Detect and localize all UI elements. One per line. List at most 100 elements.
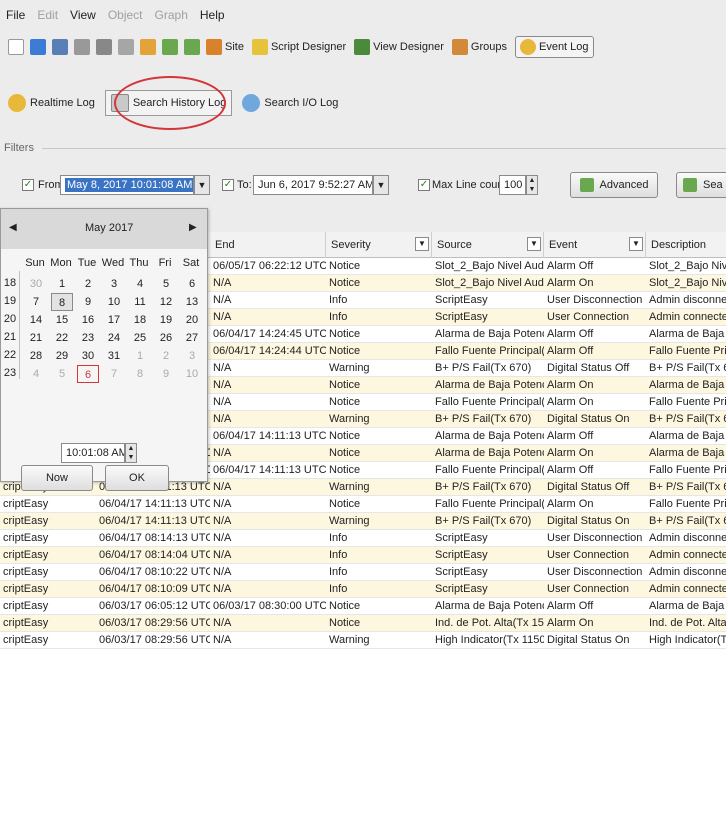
from-date-field[interactable]: May 8, 2017 10:01:08 AM	[60, 175, 194, 195]
calendar-day[interactable]: 28	[25, 347, 47, 365]
menu-view[interactable]: View	[70, 8, 96, 22]
copy-icon[interactable]	[96, 39, 112, 55]
tool-icon[interactable]	[140, 39, 156, 55]
menu-file[interactable]: File	[6, 8, 25, 22]
calendar-day[interactable]: 7	[25, 293, 47, 311]
open-icon[interactable]	[30, 39, 46, 55]
new-icon[interactable]	[8, 39, 24, 55]
column-header-end[interactable]: End	[210, 232, 326, 258]
paste-icon[interactable]	[118, 39, 134, 55]
column-header-event[interactable]: Event ▼	[544, 232, 646, 258]
calendar-day[interactable]: 4	[25, 365, 47, 383]
calendar-day[interactable]: 6	[181, 275, 203, 293]
calendar-day[interactable]: 17	[103, 311, 125, 329]
search-button[interactable]: Sea	[676, 172, 726, 198]
max-line-checkbox[interactable]: ✓	[418, 179, 430, 191]
calendar-day[interactable]: 1	[129, 347, 151, 365]
event-log-button[interactable]: Event Log	[514, 36, 594, 58]
now-button[interactable]: Now	[21, 465, 93, 491]
calendar-day[interactable]: 10	[103, 293, 125, 311]
time-spinner[interactable]: ▲ ▼	[125, 443, 137, 463]
table-row[interactable]: criptEasy 06/03/17 08:29:56 UTC N/A Warning…	[0, 632, 726, 649]
ok-button[interactable]: OK	[105, 465, 169, 491]
user-remove-icon[interactable]	[184, 39, 200, 55]
calendar-day[interactable]: 13	[181, 293, 203, 311]
calendar-day[interactable]: 19	[155, 311, 177, 329]
calendar-day[interactable]: 4	[129, 275, 151, 293]
calendar-day[interactable]: 5	[155, 275, 177, 293]
max-line-input[interactable]: 100	[499, 175, 526, 195]
menu-graph[interactable]: Graph	[155, 8, 188, 22]
search-io-log-button[interactable]: Search I/O Log	[242, 94, 338, 112]
table-row[interactable]: criptEasy 06/03/17 08:29:56 UTC N/A Notice I…	[0, 615, 726, 632]
column-header-severity[interactable]: Severity ▼	[326, 232, 432, 258]
column-header-source[interactable]: Source ▼	[432, 232, 544, 258]
from-checkbox[interactable]: ✓	[22, 179, 34, 191]
calendar-day[interactable]: 21	[25, 329, 47, 347]
site-button[interactable]: Site	[206, 39, 244, 55]
calendar-day[interactable]: 18	[129, 311, 151, 329]
from-dropdown-button[interactable]: ▼	[194, 175, 210, 195]
table-row[interactable]: criptEasy 06/04/17 08:14:13 UTC N/A Info Scr…	[0, 530, 726, 547]
calendar-day[interactable]: 11	[129, 293, 151, 311]
severity-filter-icon[interactable]: ▼	[415, 237, 429, 251]
to-dropdown-button[interactable]: ▼	[373, 175, 389, 195]
calendar-day[interactable]: 23	[77, 329, 99, 347]
calendar-day[interactable]: 16	[77, 311, 99, 329]
realtime-log-button[interactable]: Realtime Log	[8, 94, 95, 112]
calendar-day[interactable]: 15	[51, 311, 73, 329]
calendar-day[interactable]: 14	[25, 311, 47, 329]
max-line-spinner[interactable]: ▲ ▼	[526, 175, 538, 195]
calendar-day[interactable]: 30	[77, 347, 99, 365]
table-row[interactable]: criptEasy 06/04/17 08:10:22 UTC N/A Info Scr…	[0, 564, 726, 581]
table-row[interactable]: criptEasy 06/04/17 14:11:13 UTCN/A Warning…	[0, 513, 726, 530]
groups-button[interactable]: Groups	[451, 39, 507, 55]
next-month-icon[interactable]: ▶	[189, 222, 197, 233]
calendar-day[interactable]: 9	[77, 293, 99, 311]
source-filter-icon[interactable]: ▼	[527, 237, 541, 251]
calendar-day[interactable]: 25	[129, 329, 151, 347]
calendar-day[interactable]: 30	[25, 275, 47, 293]
menu-edit[interactable]: Edit	[37, 8, 58, 22]
prev-month-icon[interactable]: ◀	[9, 222, 17, 233]
table-row[interactable]: criptEasy 06/03/17 06:05:12 UTC 06/03/17 0…	[0, 598, 726, 615]
calendar-day[interactable]: 27	[181, 329, 203, 347]
table-row[interactable]: criptEasy 06/04/17 14:11:13 UTC N/A Notice F…	[0, 496, 726, 513]
cell-start: 06/03/17 08:29:56 UTC	[99, 617, 210, 629]
calendar-day[interactable]: 2	[77, 275, 99, 293]
calendar-day[interactable]: 1	[51, 275, 73, 293]
calendar-day[interactable]: 22	[51, 329, 73, 347]
save-icon[interactable]	[52, 39, 68, 55]
calendar-day[interactable]: 9	[155, 365, 177, 383]
calendar-day[interactable]: 2	[155, 347, 177, 365]
calendar-day[interactable]: 10	[181, 365, 203, 383]
calendar-day[interactable]: 3	[103, 275, 125, 293]
calendar-day[interactable]: 7	[103, 365, 125, 383]
to-date-field[interactable]: Jun 6, 2017 9:52:27 AM	[253, 175, 373, 195]
menu-help[interactable]: Help	[200, 8, 225, 22]
calendar-day[interactable]: 31	[103, 347, 125, 365]
calendar-day[interactable]: 8	[51, 293, 73, 311]
column-header-description[interactable]: Description	[646, 232, 726, 258]
table-row[interactable]: criptEasy 06/04/17 08:14:04 UTC N/A Info Scr…	[0, 547, 726, 564]
calendar-day[interactable]: 20	[181, 311, 203, 329]
calendar-day[interactable]: 5	[51, 365, 73, 383]
calendar-day[interactable]: 8	[129, 365, 151, 383]
calendar-day[interactable]: 3	[181, 347, 203, 365]
advanced-button[interactable]: Advanced	[570, 172, 658, 198]
calendar-day[interactable]: 12	[155, 293, 177, 311]
calendar-day[interactable]: 26	[155, 329, 177, 347]
script-designer-button[interactable]: Script Designer	[251, 39, 346, 55]
calendar-day[interactable]: 24	[103, 329, 125, 347]
menu-object[interactable]: Object	[108, 8, 143, 22]
cell-description: Fallo Fuente Prir	[649, 345, 726, 357]
time-field[interactable]: 10:01:08 AM	[61, 443, 125, 463]
user-add-icon[interactable]	[162, 39, 178, 55]
calendar-day[interactable]: 6	[77, 365, 99, 383]
table-row[interactable]: criptEasy 06/04/17 08:10:09 UTC N/A Info Scr…	[0, 581, 726, 598]
cut-icon[interactable]	[74, 39, 90, 55]
calendar-day[interactable]: 29	[51, 347, 73, 365]
to-checkbox[interactable]: ✓	[222, 179, 234, 191]
view-designer-button[interactable]: View Designer	[354, 39, 444, 55]
event-filter-icon[interactable]: ▼	[629, 237, 643, 251]
